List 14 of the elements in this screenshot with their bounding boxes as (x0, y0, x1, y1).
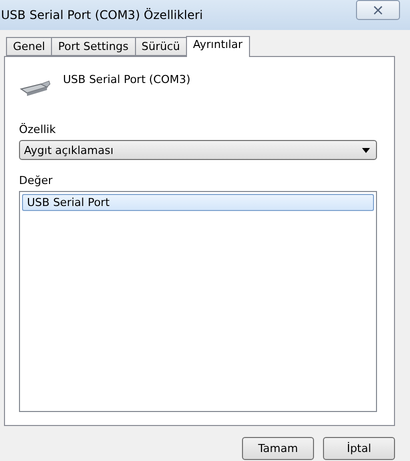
close-button[interactable]: × (356, 0, 400, 20)
window-title: USB Serial Port (COM3) Özellikleri (1, 8, 203, 22)
property-dropdown[interactable]: Aygıt açıklaması (19, 140, 377, 160)
tab[interactable]: Sürücü (134, 37, 187, 56)
property-label: Özellik (19, 123, 57, 136)
value-label: Değer (19, 174, 54, 187)
tab[interactable]: Port Settings (51, 37, 136, 56)
tab[interactable]: Ayrıntılar (186, 36, 250, 57)
dialog-button[interactable]: İptal (323, 437, 395, 460)
tab[interactable]: Genel (6, 37, 52, 56)
dropdown-arrow-icon (362, 148, 370, 152)
list-item[interactable]: USB Serial Port (22, 194, 374, 211)
dialog-button[interactable]: Tamam (242, 437, 314, 460)
device-name: USB Serial Port (COM3) (63, 73, 190, 86)
